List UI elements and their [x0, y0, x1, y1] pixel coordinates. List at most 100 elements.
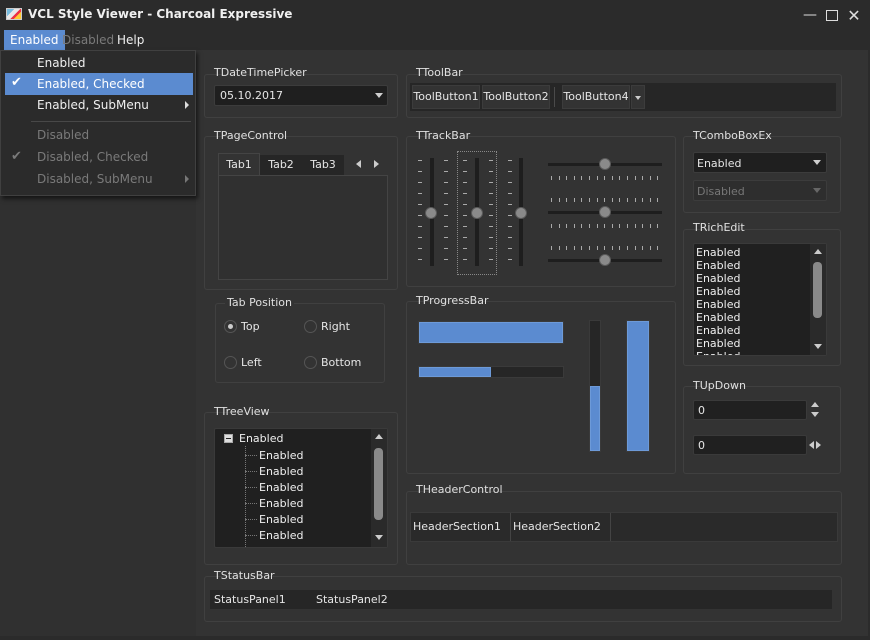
tree-node-label: Enabled	[259, 465, 304, 478]
tick-mark	[573, 224, 575, 228]
tick-mark	[589, 224, 590, 228]
menu-item-disabled-submenu: Disabled, SubMenu	[37, 172, 153, 186]
radio-left[interactable]	[224, 356, 237, 369]
tree-node[interactable]: Enabled	[245, 512, 355, 528]
radio-right[interactable]	[304, 320, 317, 333]
spin-down-icon[interactable]	[811, 412, 819, 417]
menu-help[interactable]: Help	[111, 30, 150, 50]
htrack-2-thumb[interactable]	[599, 206, 611, 218]
tab-3[interactable]: Tab3	[302, 155, 344, 175]
tick-mark	[649, 224, 651, 228]
scroll-thumb[interactable]	[813, 262, 822, 318]
vtrack-3-thumb[interactable]	[515, 207, 527, 219]
scroll-down-icon[interactable]	[375, 535, 383, 540]
spin-left-icon[interactable]	[809, 441, 814, 449]
toolbar-separator	[554, 87, 555, 107]
date-picker[interactable]: 05.10.2017	[214, 85, 388, 106]
tick-mark	[619, 246, 621, 250]
vtrack-1-thumb[interactable]	[425, 207, 437, 219]
tick-mark	[573, 246, 575, 250]
tick-mark	[418, 171, 422, 172]
tick-mark	[489, 171, 493, 172]
tree-node[interactable]: Enabled	[245, 464, 355, 480]
htrack-1-thumb[interactable]	[599, 158, 611, 170]
radio-bottom[interactable]	[304, 356, 317, 369]
collapse-icon[interactable]	[224, 434, 233, 443]
spin-right-icon[interactable]	[816, 441, 821, 449]
tree-node[interactable]: Enabled	[245, 496, 355, 512]
menu-item-enabled-checked[interactable]: Enabled, Checked	[5, 73, 193, 95]
menu-item-enabled-submenu[interactable]: Enabled, SubMenu	[5, 94, 193, 116]
tree-node[interactable]: Enabled	[245, 480, 355, 496]
toolbutton-2[interactable]: ToolButton2	[482, 85, 550, 109]
scroll-up-icon[interactable]	[375, 434, 383, 439]
tree-node-label: Enabled	[259, 449, 304, 462]
chevron-down-icon[interactable]	[375, 93, 383, 98]
tab-scroll-left-icon[interactable]	[356, 160, 361, 168]
tick-mark	[418, 160, 422, 161]
app-icon	[6, 8, 22, 20]
tab-1[interactable]: Tab1	[218, 153, 260, 176]
tick-mark	[489, 215, 493, 216]
tree-root[interactable]: Enabled	[239, 432, 283, 445]
minimize-icon[interactable]: —	[798, 0, 822, 30]
tick-mark	[551, 224, 552, 228]
radio-top-label: Top	[241, 320, 260, 333]
vtrack-2-thumb[interactable]	[471, 207, 483, 219]
tick-mark	[649, 246, 651, 250]
tick-mark	[463, 259, 467, 260]
header-section-1[interactable]: HeaderSection1	[411, 513, 511, 541]
tab-2[interactable]: Tab2	[260, 155, 302, 175]
scroll-thumb[interactable]	[374, 448, 383, 520]
tab-scroll-right-icon[interactable]	[374, 160, 379, 168]
header-section-2[interactable]: HeaderSection2	[511, 513, 611, 541]
scroll-down-icon[interactable]	[814, 344, 822, 349]
spin-up-icon[interactable]	[811, 402, 819, 407]
radio-top[interactable]	[224, 320, 237, 333]
tick-mark	[489, 160, 493, 161]
chevron-down-icon[interactable]	[813, 160, 821, 165]
tick-mark	[418, 215, 422, 216]
tick-mark	[642, 246, 644, 250]
toolbutton-1[interactable]: ToolButton1	[412, 85, 480, 109]
tick-mark	[573, 176, 575, 180]
tree-node[interactable]: Enabled	[245, 448, 355, 464]
date-value: 05.10.2017	[220, 89, 283, 102]
tick-mark	[657, 246, 659, 250]
progress-h2	[418, 366, 564, 378]
tree-connector	[245, 535, 257, 536]
toolbutton-4-dropdown[interactable]	[631, 85, 645, 109]
progress-v1	[589, 320, 601, 452]
maximize-icon[interactable]	[820, 0, 844, 30]
updown-edit-1[interactable]: 0	[693, 400, 807, 420]
tree-children: Enabled Enabled Enabled Enabled Enabled Enabl…	[245, 448, 365, 547]
tick-mark	[418, 248, 422, 249]
menu-item-enabled[interactable]: Enabled	[5, 52, 193, 74]
progress-h1	[418, 321, 564, 344]
rich-edit[interactable]: Enabled Enabled Enabled Enabled Enabled Enabl…	[693, 243, 827, 356]
tree-node[interactable]: Enabled	[245, 528, 355, 544]
tick-mark	[649, 176, 651, 180]
chevron-down-icon	[813, 188, 821, 193]
tick-mark	[581, 246, 583, 250]
toolbar: ToolButton1 ToolButton2 ToolButton4	[410, 83, 836, 111]
tree-node[interactable]: Enabled	[245, 544, 355, 547]
tick-mark	[627, 198, 628, 202]
scroll-up-icon[interactable]	[814, 249, 822, 254]
tick-mark	[581, 198, 583, 202]
htrack-3-thumb[interactable]	[599, 254, 611, 266]
comboex-enabled[interactable]: Enabled	[693, 152, 827, 173]
radio-left-label: Left	[241, 356, 262, 369]
menu-bar: Enabled Disabled Help	[0, 30, 870, 50]
tree-view[interactable]: Enabled Enabled Enabled Enabled Enabled Enab…	[214, 428, 388, 548]
close-icon[interactable]: ✕	[842, 0, 866, 30]
rich-edit-scrollbar[interactable]	[810, 244, 826, 355]
tick-mark	[642, 198, 644, 202]
tree-scrollbar[interactable]	[371, 429, 387, 547]
toolbutton-4[interactable]: ToolButton4	[562, 85, 630, 109]
tick-mark	[558, 176, 560, 180]
tick-mark	[634, 224, 636, 228]
updown-edit-2[interactable]: 0	[693, 435, 807, 455]
tick-mark	[463, 182, 467, 183]
tick-mark	[611, 224, 613, 228]
